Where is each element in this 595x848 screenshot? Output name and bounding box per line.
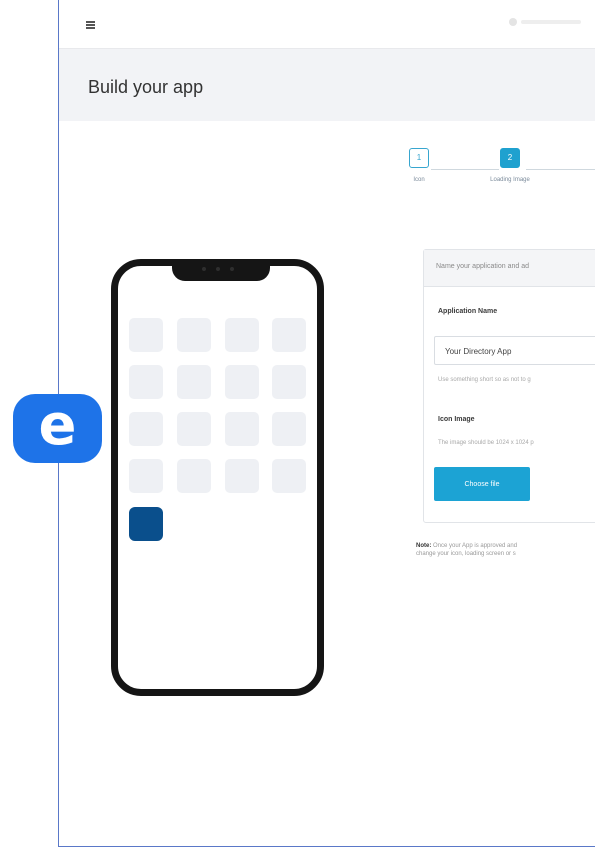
- app-tile: [225, 459, 259, 493]
- app-tile: [272, 412, 306, 446]
- app-tile: [225, 318, 259, 352]
- brand-logo-badge: e: [13, 394, 102, 463]
- step-number: 2: [500, 148, 520, 168]
- icon-image-help: The image should be 1024 x 1024 p: [438, 440, 534, 446]
- note-prefix: Note:: [416, 543, 432, 549]
- app-tile: [129, 459, 163, 493]
- app-tile: [272, 365, 306, 399]
- app-tile: [177, 412, 211, 446]
- app-name-input[interactable]: Your Directory App: [434, 336, 595, 365]
- card-header: Name your application and ad: [424, 250, 595, 287]
- app-name-value: Your Directory App: [445, 347, 512, 356]
- hamburger-menu-icon[interactable]: [86, 21, 95, 29]
- stepper-connector: [431, 169, 499, 170]
- app-tile: [177, 459, 211, 493]
- app-tile: [272, 459, 306, 493]
- app-icon-preview: [129, 507, 163, 541]
- stepper-connector: [526, 169, 595, 170]
- note-line-2: change your icon, loading screen or s: [416, 551, 516, 557]
- step-label: Loading Image: [490, 177, 530, 183]
- step-number: 1: [409, 148, 429, 168]
- app-tile: [177, 365, 211, 399]
- user-name-placeholder[interactable]: [521, 20, 581, 24]
- step-loading-image[interactable]: 2 Loading Image: [490, 148, 530, 184]
- app-tile: [272, 318, 306, 352]
- brand-logo-letter: e: [38, 393, 77, 458]
- icon-image-label: Icon Image: [438, 416, 475, 423]
- phone-notch: [172, 259, 270, 281]
- step-icon[interactable]: 1 Icon: [399, 148, 439, 184]
- app-tile: [129, 412, 163, 446]
- app-settings-card: Name your application and ad Application…: [423, 249, 595, 523]
- page-title: Build your app: [88, 77, 204, 97]
- app-tile: [129, 365, 163, 399]
- app-window: Build your app 1 Icon 2 Loading Image Na…: [58, 0, 595, 847]
- app-name-label: Application Name: [438, 308, 498, 315]
- user-icon[interactable]: [509, 18, 517, 26]
- app-tile: [225, 412, 259, 446]
- app-name-help: Use something short so as not to g: [438, 377, 531, 383]
- choose-file-button[interactable]: Choose file: [434, 467, 530, 501]
- app-tile: [129, 318, 163, 352]
- top-bar: [59, 0, 595, 48]
- approval-note: Note: Once your App is approved and chan…: [416, 542, 595, 558]
- card-title: Name your application and ad: [436, 263, 530, 270]
- app-tile: [225, 365, 259, 399]
- app-tile: [177, 318, 211, 352]
- note-line-1: Once your App is approved and: [433, 543, 518, 549]
- step-label: Icon: [413, 177, 425, 183]
